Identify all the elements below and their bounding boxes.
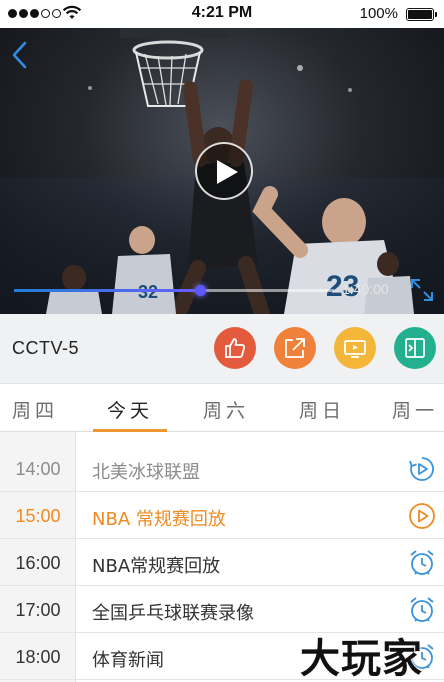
svg-text:32: 32 [138,282,158,302]
channel-name: CCTV-5 [12,338,80,358]
day-tabs: 周四 今天 周六 周日 周一 [0,384,444,432]
program-title: 体育新闻 [92,650,164,671]
program-title: NBA 常规赛回放 [92,509,226,530]
video-progress-fill [14,289,200,292]
play-icon [217,160,238,184]
program-title: 全国乒乓球联赛录像 [92,603,254,624]
video-duration: 1:40:00 [342,281,389,297]
switch-screen-button[interactable] [394,327,436,369]
thumbs-up-icon [225,338,246,358]
schedule-row[interactable]: 16:00 NBA常规赛回放 [0,540,444,586]
channel-bar: CCTV-5 [0,314,444,384]
program-title: NBA常规赛回放 [92,556,221,577]
share-icon [285,338,305,358]
tab-day-2[interactable]: 周六 [181,396,271,423]
like-button[interactable] [214,327,256,369]
share-button[interactable] [274,327,316,369]
alarm-clock-icon[interactable] [408,549,436,577]
watermark-logo: 大玩家 [300,636,423,682]
fullscreen-icon[interactable] [408,276,436,304]
alarm-clock-icon[interactable] [408,596,436,624]
program-time: 17:00 [15,600,61,620]
program-time: 15:00 [15,506,61,526]
status-bar: 4:21 PM 100% [0,0,444,28]
program-time: 18:00 [15,647,61,667]
replay-icon[interactable] [408,455,436,483]
video-player[interactable]: 32 23 1:40:00 [0,28,444,314]
program-time: 14:00 [15,459,61,479]
schedule-row[interactable]: 14:00 北美冰球联盟 [0,446,444,492]
tab-day-1[interactable]: 今天 [85,396,175,423]
cast-to-tv-button[interactable] [334,327,376,369]
tab-day-0[interactable]: 周四 [0,396,80,423]
program-time: 16:00 [15,553,61,573]
play-button[interactable] [195,142,253,200]
switch-screen-icon [405,338,425,358]
schedule-row[interactable]: 15:00 NBA 常规赛回放 [0,493,444,539]
battery-icon [406,8,437,21]
tab-day-3[interactable]: 周日 [277,396,367,423]
tab-day-4[interactable]: 周一 [370,396,444,423]
play-circle-icon[interactable] [408,502,436,530]
video-progress-handle[interactable] [194,285,206,296]
video-progress-bar[interactable] [14,285,334,296]
tv-cast-icon [344,340,366,358]
back-chevron-icon[interactable] [8,40,32,70]
program-title: 北美冰球联盟 [92,462,200,483]
battery-percent: 100% [359,5,398,22]
